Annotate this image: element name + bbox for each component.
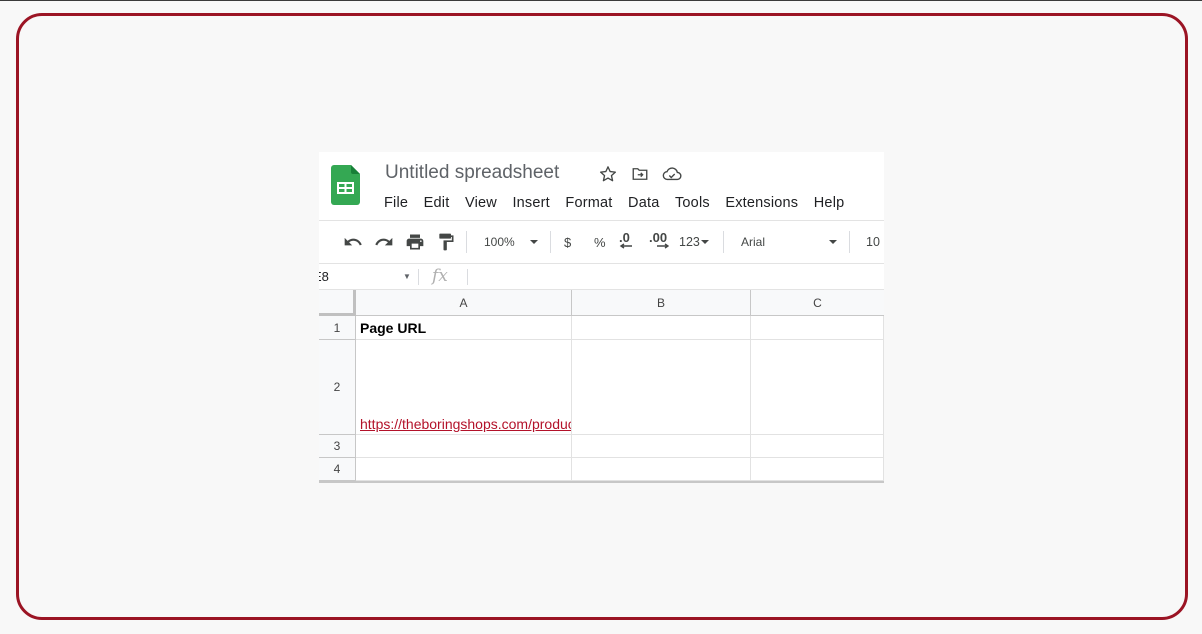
cell-b4[interactable] [572,458,751,481]
font-family-select[interactable]: Arial [741,232,841,252]
arrow-right-icon [657,243,669,249]
cell-a1[interactable]: Page URL [356,316,572,340]
arrow-left-icon [619,243,632,249]
cell-c2[interactable] [751,340,884,435]
cell-a2[interactable]: https://theboringshops.com/products [356,340,572,435]
caret-down-icon[interactable]: ▼ [403,272,411,281]
currency-format-button[interactable]: $ [564,232,571,252]
toolbar-separator [466,231,467,253]
menu-view[interactable]: View [465,195,497,211]
decrease-decimal-button[interactable]: .0 [619,230,633,250]
fx-icon: fx [432,266,448,286]
chevron-down-icon [700,240,709,244]
menu-format[interactable]: Format [565,195,612,211]
star-icon[interactable] [598,164,618,184]
cell-b2[interactable] [572,340,751,435]
select-all-corner[interactable] [319,290,356,316]
document-title[interactable]: Untitled spreadsheet [385,162,559,184]
redo-icon[interactable] [374,232,394,252]
more-formats-button[interactable]: 123 [679,232,710,252]
cell-a2-link[interactable]: https://theboringshops.com/products [360,416,571,432]
row-header-4[interactable]: 4 [319,458,356,481]
title-actions [598,164,682,184]
toolbar-separator [723,231,724,253]
menu-extensions[interactable]: Extensions [725,195,798,211]
percent-format-button[interactable]: % [594,232,606,252]
spreadsheet-window: Untitled spreadsheet File Edit View Inse… [319,152,884,483]
menu-data[interactable]: Data [628,195,659,211]
menu-file[interactable]: File [384,195,408,211]
cell-a4[interactable] [356,458,572,481]
zoom-value: 100% [484,235,515,249]
move-to-folder-icon[interactable] [630,164,650,184]
row-header-3[interactable]: 3 [319,435,356,458]
cell-b1[interactable] [572,316,751,340]
cell-a3[interactable] [356,435,572,458]
menu-help[interactable]: Help [814,195,845,211]
formula-separator [418,269,419,285]
zoom-select[interactable]: 100% [484,232,549,252]
cell-a1-text: Page URL [360,319,427,336]
menu-edit[interactable]: Edit [424,195,450,211]
cell-b3[interactable] [572,435,751,458]
menu-insert[interactable]: Insert [512,195,549,211]
column-header-c[interactable]: C [751,290,884,316]
sheet-grid: A B C 1 2 3 4 Page URL https://theboring… [319,290,884,483]
column-header-b[interactable]: B [572,290,751,316]
toolbar: 100% $ % .0 .00 123 Arial 10 [319,221,884,263]
row-header-1[interactable]: 1 [319,316,356,340]
paint-format-icon[interactable] [436,232,456,252]
top-border-line [0,0,1202,1]
sheets-logo-icon[interactable] [331,165,360,205]
row-header-2[interactable]: 2 [319,340,356,435]
cell-c1[interactable] [751,316,884,340]
chevron-down-icon [829,240,837,244]
font-size-input[interactable]: 10 [866,232,880,252]
undo-icon[interactable] [343,232,363,252]
toolbar-separator [550,231,551,253]
cloud-saved-icon[interactable] [662,164,682,184]
increase-decimal-button[interactable]: .00 [649,230,669,250]
grid-bottom-edge [319,481,884,483]
more-formats-label: 123 [679,235,700,249]
column-header-a[interactable]: A [356,290,572,316]
menu-bar: File Edit View Insert Format Data Tools … [384,195,860,211]
name-box[interactable]: E8 [319,269,329,284]
cell-c3[interactable] [751,435,884,458]
formula-bar: E8 ▼ fx [319,263,884,290]
chevron-down-icon [530,240,538,244]
toolbar-separator [849,231,850,253]
font-family-value: Arial [741,235,766,249]
print-icon[interactable] [405,232,425,252]
menu-tools[interactable]: Tools [675,195,710,211]
cell-c4[interactable] [751,458,884,481]
formula-separator [467,269,468,285]
